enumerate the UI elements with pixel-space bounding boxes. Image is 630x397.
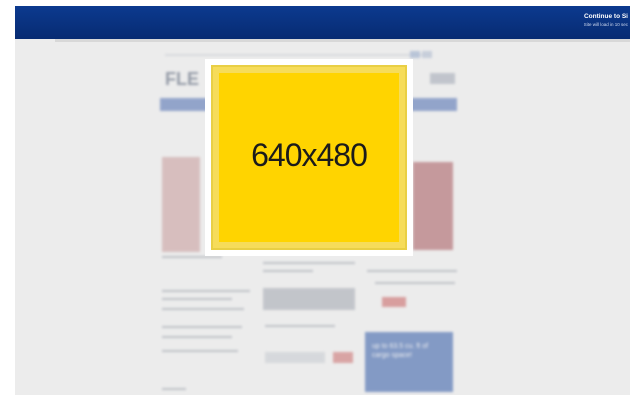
countdown-text: Site will load in 10 sec bbox=[583, 22, 628, 27]
email-input bbox=[265, 352, 325, 363]
ad-placeholder[interactable]: 640x480 bbox=[211, 65, 407, 250]
text-line bbox=[265, 325, 335, 327]
signup-button bbox=[333, 352, 353, 363]
site-logo: FLE bbox=[165, 69, 199, 89]
promo-text: up to 63.5 cu. ft of cargo space! bbox=[372, 343, 429, 359]
top-nav-line bbox=[165, 54, 425, 56]
content-block bbox=[263, 288, 355, 310]
interstitial-page: Continue to Si Site will load in 10 sec … bbox=[15, 6, 630, 395]
text-line bbox=[162, 350, 238, 352]
text-line bbox=[162, 290, 250, 292]
promo-banner bbox=[365, 332, 453, 392]
social-icon bbox=[410, 51, 420, 58]
text-line bbox=[162, 308, 244, 310]
text-line bbox=[162, 336, 232, 338]
social-icon bbox=[422, 51, 432, 58]
header-button bbox=[430, 73, 455, 84]
side-image bbox=[413, 162, 453, 250]
hero-image bbox=[162, 157, 200, 252]
ad-size-label: 640x480 bbox=[251, 137, 368, 173]
text-line bbox=[375, 282, 455, 284]
interstitial-ad[interactable]: 640x480 bbox=[205, 59, 413, 256]
continue-to-site-link[interactable]: Continue to Si bbox=[584, 13, 628, 20]
red-button bbox=[382, 297, 406, 307]
text-line bbox=[263, 270, 313, 272]
headline-line bbox=[162, 256, 222, 258]
text-line bbox=[367, 270, 457, 272]
footer-line bbox=[162, 388, 186, 390]
text-line bbox=[162, 298, 232, 300]
interstitial-top-bar: Continue to Si Site will load in 10 sec bbox=[15, 6, 630, 39]
text-line bbox=[263, 262, 355, 264]
text-line bbox=[162, 326, 242, 328]
